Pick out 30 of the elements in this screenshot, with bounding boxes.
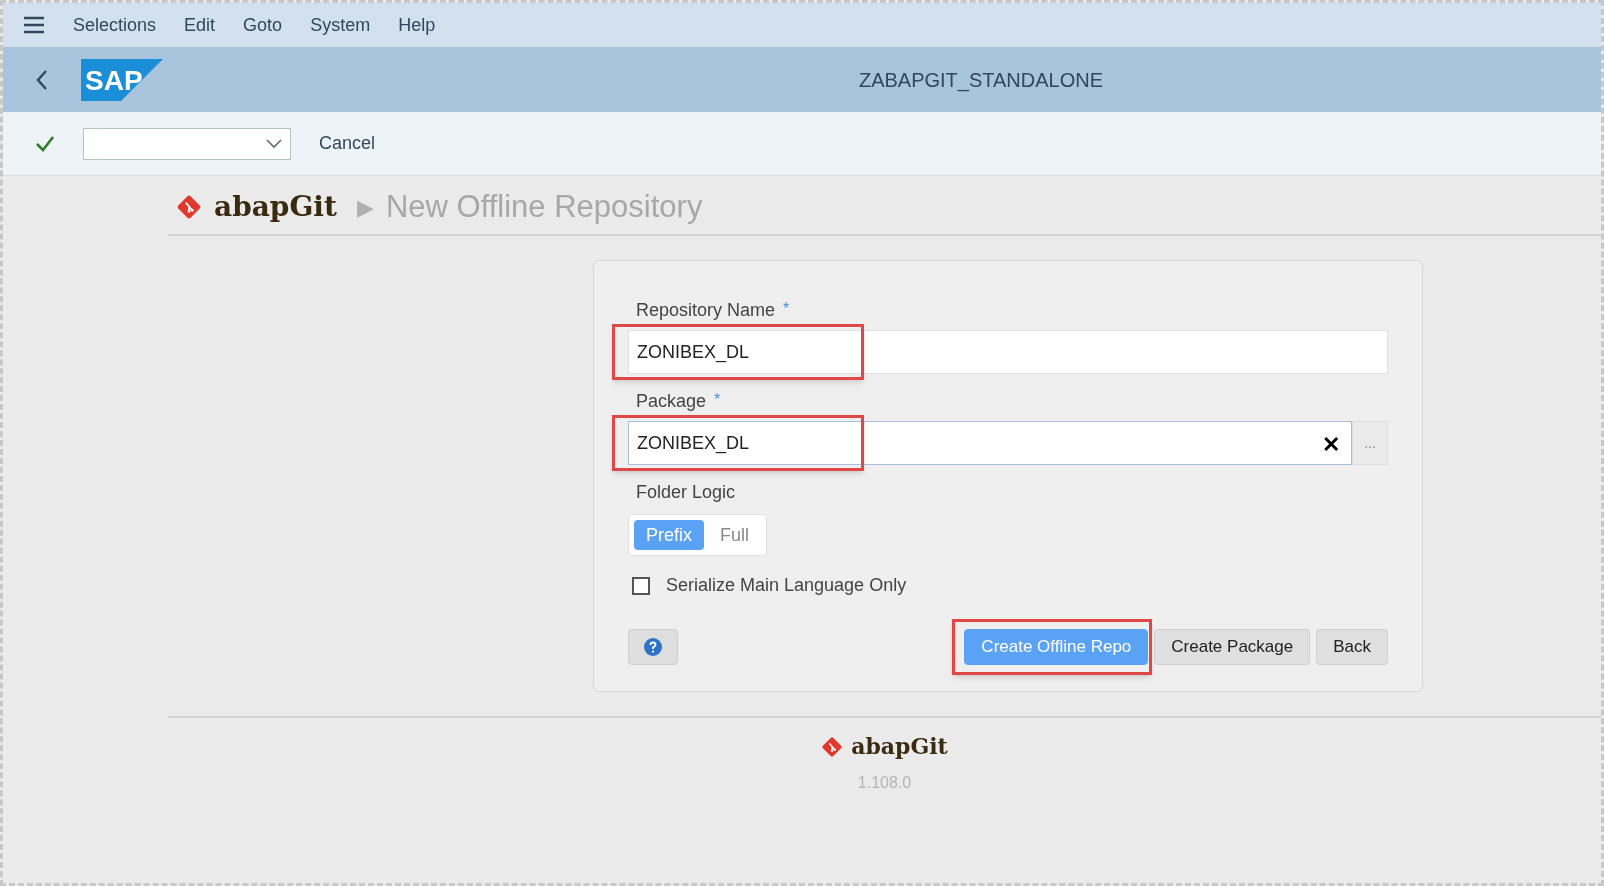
clear-button[interactable]: ✕ — [1318, 428, 1344, 461]
help-icon — [644, 638, 662, 656]
menu-item[interactable]: Help — [398, 11, 436, 39]
check-icon[interactable] — [35, 134, 55, 153]
brand-name: abapGit — [214, 189, 337, 225]
page-title: New Offline Repository — [385, 187, 703, 226]
menu-item[interactable]: System — [310, 11, 371, 39]
command-field[interactable] — [83, 127, 291, 160]
menu-item[interactable]: Selections — [73, 11, 157, 39]
menu-item[interactable]: Goto — [243, 11, 283, 39]
breadcrumb-arrow: ▶ — [356, 193, 374, 222]
menu-icon[interactable] — [23, 16, 45, 34]
back-icon[interactable] — [35, 68, 49, 91]
field-label: Package — [636, 390, 707, 413]
required-mark: * — [714, 390, 721, 410]
help-button[interactable] — [628, 629, 678, 665]
secondary-button[interactable]: Back — [1316, 629, 1388, 665]
checkbox-label: Serialize Main Language Only — [666, 574, 907, 597]
checkbox[interactable] — [632, 576, 650, 595]
field-label: Folder Logic — [635, 481, 737, 504]
cancel-button[interactable]: Cancel — [311, 130, 384, 157]
repository-name-field[interactable]: ZONIBEX_DL — [628, 330, 1388, 374]
menu-item[interactable]: Edit — [184, 11, 216, 39]
chevron-down-icon — [266, 138, 282, 149]
field-label: Repository Name — [636, 299, 776, 322]
sap-logo-text: SAP — [85, 64, 143, 96]
secondary-button[interactable]: Create Package — [1154, 629, 1311, 665]
window-title: ZABAPGIT_STANDALONE — [858, 67, 1104, 94]
required-mark: * — [783, 299, 790, 319]
brand-name: abapGit — [851, 732, 948, 761]
